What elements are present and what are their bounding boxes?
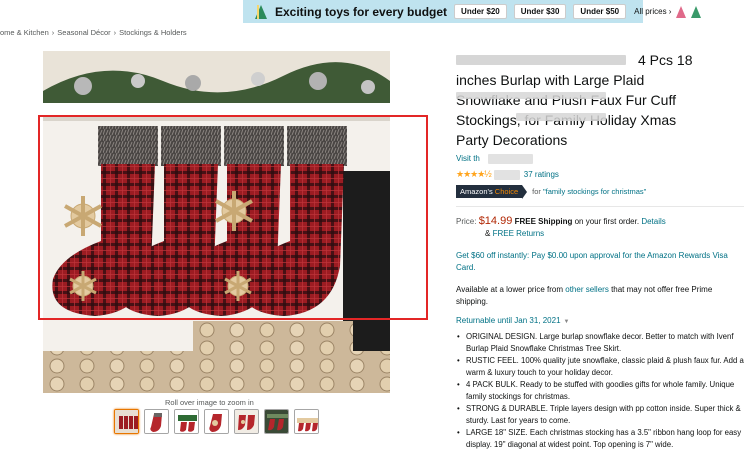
breadcrumb: ome & Kitchen › Seasonal Décor › Stockings &… [0, 28, 187, 37]
redaction-block [456, 55, 626, 65]
returnable-dropdown[interactable]: Returnable until Jan 31, 2021 ▼ [456, 316, 744, 325]
feature-bullet: ORIGINAL DESIGN. Large burlap snowflake … [456, 331, 744, 354]
breadcrumb-separator: › [113, 28, 117, 37]
choice-for-label: for [532, 187, 541, 196]
shipping-details-link[interactable]: Details [641, 217, 665, 226]
breadcrumb-item[interactable]: Seasonal Décor [57, 28, 110, 37]
thumbnail[interactable] [114, 409, 139, 434]
thumbnail-strip [114, 409, 319, 434]
promo-banner[interactable]: Exciting toys for every budget Under $20… [243, 0, 702, 23]
thumbnail[interactable] [174, 409, 199, 434]
banner-pill-under-50[interactable]: Under $50 [573, 4, 627, 19]
redaction-block [456, 92, 606, 99]
free-returns-link[interactable]: FREE Returns [493, 229, 545, 238]
title-line: Party Decorations [456, 132, 568, 148]
thumbnail[interactable] [294, 409, 319, 434]
badge-prefix: Amazon's [460, 187, 493, 196]
banner-all-prices-link[interactable]: All prices › [634, 7, 671, 16]
thumbnail[interactable] [204, 409, 229, 434]
amazons-choice-badge: Amazon's Choice [456, 185, 528, 199]
returns-prefix: & [485, 229, 491, 238]
banner-pill-under-20[interactable]: Under $20 [454, 4, 507, 19]
choice-for-text: for "family stockings for christmas" [532, 187, 646, 196]
thumbnail[interactable] [234, 409, 259, 434]
feature-bullet: STRONG & DURABLE. Triple layers design w… [456, 403, 744, 426]
star-rating-icon[interactable]: ★★★★½ [456, 169, 492, 180]
feature-bullet: RUSTIC FEEL. 100% quality jute snowflake… [456, 355, 744, 378]
breadcrumb-separator: › [51, 28, 55, 37]
store-link-text[interactable]: Visit th [456, 154, 480, 163]
zoom-hint: Roll over image to zoom in [165, 398, 254, 407]
redaction-block [516, 113, 606, 121]
tree-icon [691, 5, 702, 18]
returnable-text[interactable]: Returnable until Jan 31, 2021 [456, 316, 561, 325]
returns-row: & FREE Returns [485, 228, 744, 240]
product-title: 4 Pcs 18 inches Burlap with Large Plaid … [456, 50, 744, 150]
feature-bullets: ORIGINAL DESIGN. Large burlap snowflake … [456, 331, 744, 450]
badge-choice-word: Choice [494, 187, 519, 196]
feature-bullet: 4 PACK BULK. Ready to be stuffed with go… [456, 379, 744, 402]
other-sellers-link[interactable]: other sellers [565, 285, 609, 294]
chevron-down-icon[interactable]: ▼ [564, 319, 570, 325]
store-link[interactable]: Visit th [456, 154, 744, 165]
visa-offer-link[interactable]: Get $60 off instantly: Pay $0.00 upon ap… [456, 250, 744, 274]
free-shipping-label: FREE Shipping [514, 217, 573, 226]
breadcrumb-item[interactable]: ome & Kitchen [0, 28, 49, 37]
main-product-image[interactable] [43, 51, 390, 393]
ratings-count-link[interactable]: 37 ratings [524, 170, 559, 179]
availability-prefix: Available at a lower price from [456, 285, 564, 294]
thumbnail[interactable] [264, 409, 289, 434]
price-value: $14.99 [478, 215, 513, 227]
availability-note: Available at a lower price from other se… [456, 284, 744, 308]
price-label: Price: [456, 217, 477, 226]
shipping-note: on your first order. [574, 217, 640, 226]
redaction-block [488, 154, 533, 164]
product-details: 4 Pcs 18 inches Burlap with Large Plaid … [456, 50, 744, 451]
banner-headline: Exciting toys for every budget [275, 4, 448, 19]
choice-query-link[interactable]: "family stockings for christmas" [543, 187, 646, 196]
stockings-photo [43, 51, 390, 393]
thumbnail[interactable] [144, 409, 169, 434]
tree-icon [676, 5, 687, 18]
title-fragment: 4 Pcs 18 [638, 52, 693, 68]
amazons-choice-row: Amazon's Choice for "family stockings fo… [456, 185, 744, 199]
rating-row[interactable]: ★★★★½ 37 ratings [456, 169, 744, 180]
feature-bullet: LARGE 18" SIZE. Each christmas stocking … [456, 427, 744, 450]
breadcrumb-item[interactable]: Stockings & Holders [119, 28, 187, 37]
title-line: inches Burlap with Large Plaid [456, 72, 645, 88]
price-row: Price: $14.99 FREE Shipping on your firs… [456, 215, 744, 228]
redaction-block [493, 169, 520, 180]
banner-pill-under-30[interactable]: Under $30 [513, 4, 567, 19]
divider [456, 206, 744, 207]
